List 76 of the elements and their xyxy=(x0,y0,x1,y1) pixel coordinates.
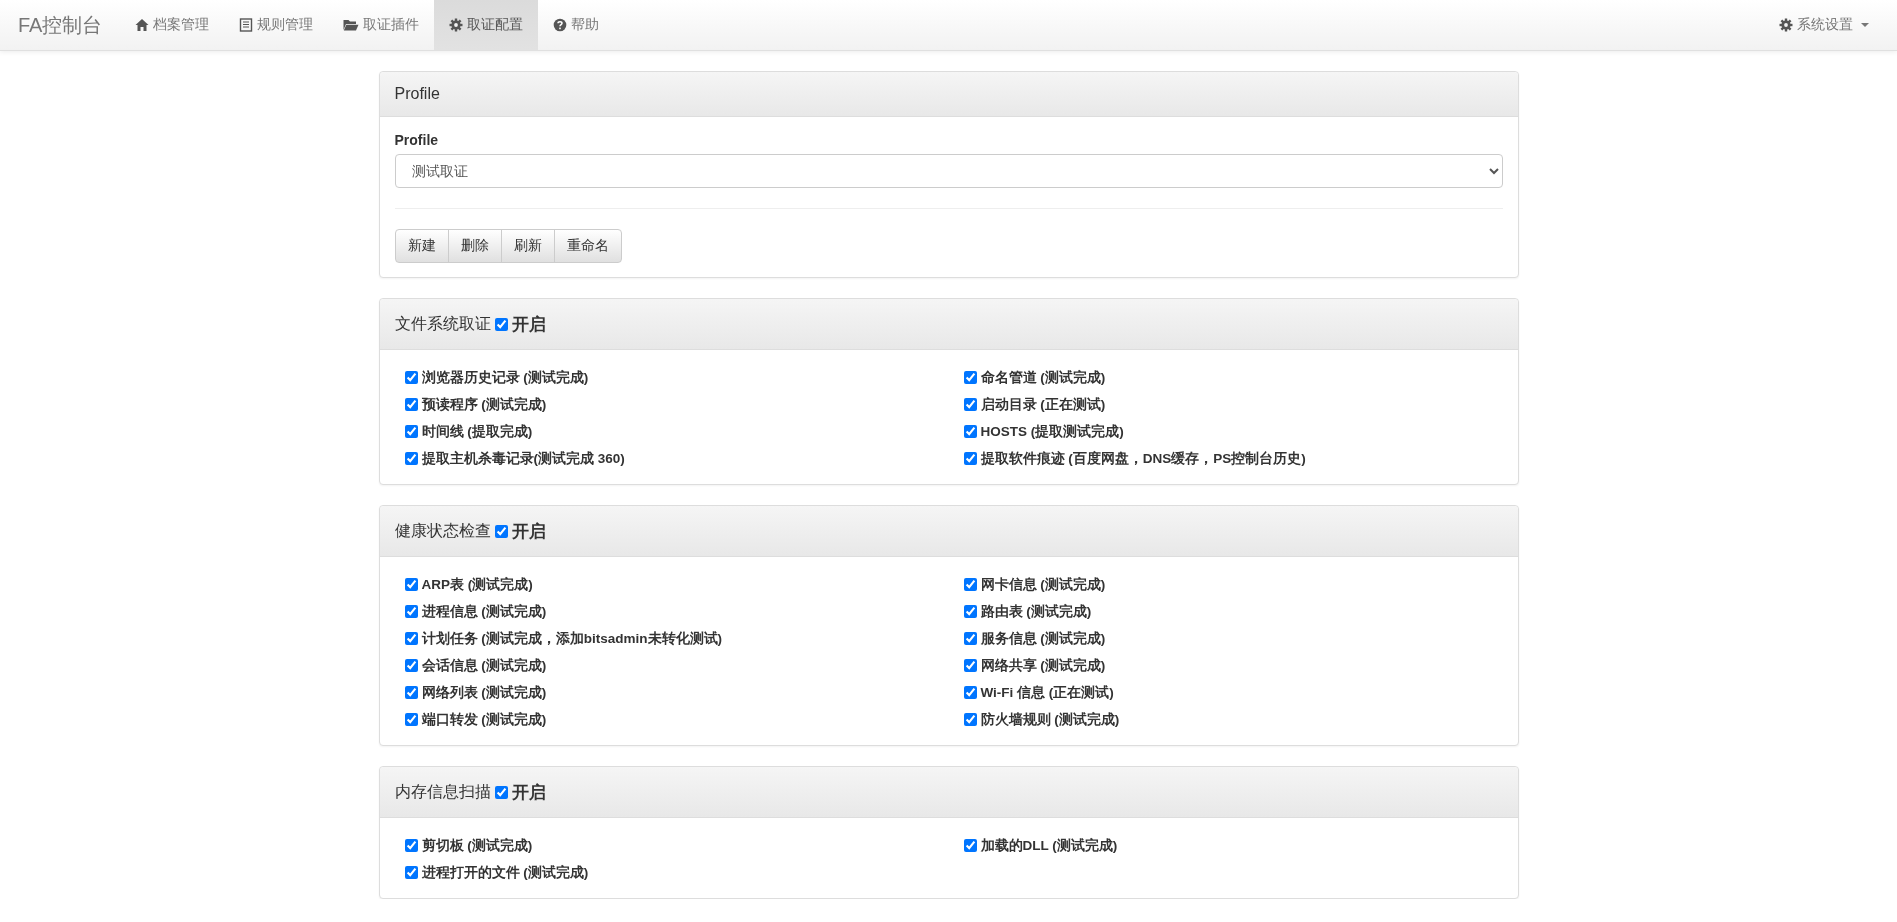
enable-label: 开启 xyxy=(511,313,546,336)
checkbox-label: 网卡信息 (测试完成) xyxy=(980,575,1106,594)
enable-checkbox[interactable] xyxy=(494,317,508,331)
item-checkbox[interactable] xyxy=(404,452,418,465)
nav-tab[interactable]: 档案管理 xyxy=(120,0,225,50)
caret-icon xyxy=(1861,23,1869,27)
enable-label: 开启 xyxy=(511,520,546,543)
nav-tab[interactable]: 取证配置 xyxy=(434,0,539,50)
action-button[interactable]: 刷新 xyxy=(500,229,555,263)
field-label: Profile xyxy=(394,132,440,148)
item-checkbox[interactable] xyxy=(404,371,418,384)
item-checkbox[interactable] xyxy=(404,713,418,726)
checkbox-label: ARP表 (测试完成) xyxy=(421,575,533,594)
checkbox-label: 命名管道 (测试完成) xyxy=(980,368,1106,387)
item-checkbox[interactable] xyxy=(404,605,418,618)
checkbox-label: 网络列表 (测试完成) xyxy=(421,683,547,702)
checkbox-label: 会话信息 (测试完成) xyxy=(421,656,547,675)
enable-checkbox[interactable] xyxy=(494,524,508,538)
folder-icon xyxy=(343,18,360,32)
checkbox-label: 时间线 (提取完成) xyxy=(421,422,533,441)
profile-select[interactable]: 测试取证 xyxy=(394,154,1503,188)
checkbox-label: 浏览器历史记录 (测试完成) xyxy=(421,368,589,387)
item-checkbox[interactable] xyxy=(404,632,418,645)
panel-title: 内存信息扫描 xyxy=(394,781,491,802)
checkbox-label: 路由表 (测试完成) xyxy=(980,602,1092,621)
item-checkbox[interactable] xyxy=(963,686,977,699)
item-checkbox[interactable] xyxy=(404,425,418,438)
checkbox-label: 端口转发 (测试完成) xyxy=(421,710,547,729)
checkbox-label: 预读程序 (测试完成) xyxy=(421,395,547,414)
checkbox-label: HOSTS (提取测试完成) xyxy=(980,422,1124,441)
checkbox-label: 启动目录 (正在测试) xyxy=(980,395,1106,414)
panel-title: 健康状态检查 xyxy=(394,520,491,541)
item-checkbox[interactable] xyxy=(404,659,418,672)
brand-title[interactable]: FA控制台 xyxy=(0,0,121,50)
action-button[interactable]: 新建 xyxy=(394,229,449,263)
nav-tab[interactable]: 帮助 xyxy=(538,0,615,50)
item-checkbox[interactable] xyxy=(963,578,977,591)
item-checkbox[interactable] xyxy=(404,866,418,879)
item-checkbox[interactable] xyxy=(404,578,418,591)
checkbox-label: 提取主机杀毒记录(测试完成 360) xyxy=(421,449,625,468)
item-checkbox[interactable] xyxy=(963,632,977,645)
settings-menu[interactable]: 系统设置 xyxy=(1764,0,1897,50)
checkbox-label: 进程打开的文件 (测试完成) xyxy=(421,863,589,882)
nav-tab[interactable]: 取证插件 xyxy=(328,0,435,50)
checkbox-label: 服务信息 (测试完成) xyxy=(980,629,1106,648)
panel-title: 文件系统取证 xyxy=(394,313,491,334)
item-checkbox[interactable] xyxy=(404,839,418,852)
checkbox-label: Wi-Fi 信息 (正在测试) xyxy=(980,683,1114,702)
action-button[interactable]: 重命名 xyxy=(553,229,622,263)
question-icon xyxy=(553,18,568,32)
checkbox-label: 加载的DLL (测试完成) xyxy=(980,836,1118,855)
gear-icon xyxy=(449,18,464,32)
item-checkbox[interactable] xyxy=(404,686,418,699)
item-checkbox[interactable] xyxy=(963,398,977,411)
item-checkbox[interactable] xyxy=(963,713,977,726)
item-checkbox[interactable] xyxy=(963,452,977,465)
checkbox-label: 剪切板 (测试完成) xyxy=(421,836,533,855)
house-icon xyxy=(135,18,150,32)
enable-checkbox[interactable] xyxy=(494,785,508,799)
checkbox-label: 计划任务 (测试完成，添加bitsadmin未转化测试) xyxy=(421,629,722,648)
gear-icon xyxy=(1779,18,1793,32)
list-icon xyxy=(239,18,254,32)
checkbox-label: 网络共享 (测试完成) xyxy=(980,656,1106,675)
panel-title: Profile xyxy=(394,85,440,103)
item-checkbox[interactable] xyxy=(963,371,977,384)
enable-label: 开启 xyxy=(511,781,546,804)
checkbox-label: 进程信息 (测试完成) xyxy=(421,602,547,621)
item-checkbox[interactable] xyxy=(404,398,418,411)
checkbox-label: 防火墙规则 (测试完成) xyxy=(980,710,1120,729)
nav-tab[interactable]: 规则管理 xyxy=(224,0,329,50)
item-checkbox[interactable] xyxy=(963,839,977,852)
item-checkbox[interactable] xyxy=(963,425,977,438)
action-button[interactable]: 删除 xyxy=(447,229,502,263)
item-checkbox[interactable] xyxy=(963,659,977,672)
item-checkbox[interactable] xyxy=(963,605,977,618)
checkbox-label: 提取软件痕迹 (百度网盘，DNS缓存，PS控制台历史) xyxy=(980,449,1306,468)
